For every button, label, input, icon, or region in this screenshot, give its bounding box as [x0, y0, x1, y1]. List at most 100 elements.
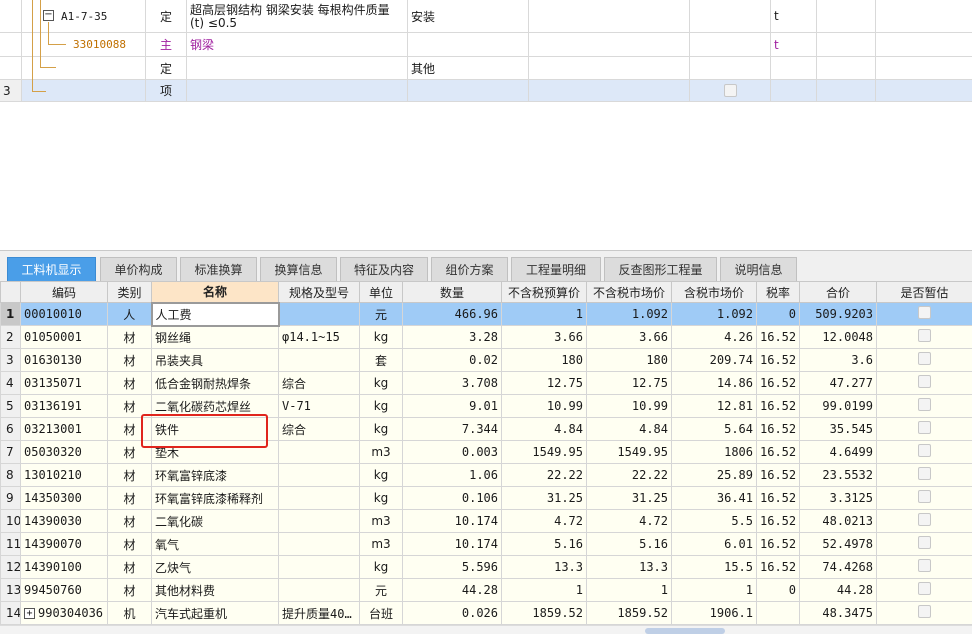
budget-price-cell[interactable]: 1: [501, 578, 587, 602]
taxed-price-cell[interactable]: 1.092: [671, 302, 757, 326]
market-price-cell[interactable]: 5.16: [586, 532, 672, 556]
code-cell[interactable]: 01630130: [20, 348, 108, 372]
tax-rate-cell[interactable]: 16.52: [756, 440, 800, 464]
tab-labor-material-machine[interactable]: 工料机显示: [7, 257, 96, 281]
provisional-checkbox[interactable]: [918, 605, 931, 618]
provisional-checkbox[interactable]: [918, 490, 931, 503]
col-header-tax-rate[interactable]: 税率: [756, 281, 800, 303]
empty-cell[interactable]: [529, 33, 690, 56]
taxed-price-cell[interactable]: 25.89: [671, 463, 757, 487]
name-cell[interactable]: [187, 80, 408, 101]
name-cell[interactable]: 其他材料费: [151, 578, 279, 602]
total-cell[interactable]: 48.3475: [799, 601, 877, 625]
spec-cell[interactable]: [278, 463, 360, 487]
unit-cell[interactable]: 台班: [359, 601, 403, 625]
provisional-checkbox[interactable]: [918, 582, 931, 595]
provisional-checkbox[interactable]: [918, 513, 931, 526]
table-row[interactable]: 7 05030320 材 垫木 m3 0.003 1549.95 1549.95 1806 16.…: [0, 440, 972, 464]
tax-rate-cell[interactable]: 16.52: [756, 394, 800, 418]
provisional-checkbox-cell[interactable]: [876, 348, 972, 372]
spec-cell[interactable]: V-71: [278, 394, 360, 418]
quantity-cell[interactable]: 9.01: [402, 394, 502, 418]
spec-cell[interactable]: [278, 348, 360, 372]
category-cell[interactable]: 材: [107, 325, 152, 349]
empty-cell[interactable]: [817, 0, 876, 32]
unit-cell[interactable]: m3: [359, 509, 403, 533]
total-cell[interactable]: 48.0213: [799, 509, 877, 533]
provisional-checkbox-cell[interactable]: [876, 440, 972, 464]
col-header-taxed-price[interactable]: 含税市场价: [671, 281, 757, 303]
empty-cell[interactable]: [529, 57, 690, 79]
provisional-checkbox-cell[interactable]: [876, 555, 972, 579]
provisional-checkbox-cell[interactable]: [876, 325, 972, 349]
provisional-checkbox-cell[interactable]: [876, 371, 972, 395]
budget-price-cell[interactable]: 4.84: [501, 417, 587, 441]
table-row[interactable]: 6 03213001 材 铁件 综合 kg 7.344 4.84 4.84 5.64 16.52 35…: [0, 417, 972, 441]
total-cell[interactable]: 4.6499: [799, 440, 877, 464]
empty-cell[interactable]: [529, 80, 690, 101]
total-cell[interactable]: 12.0048: [799, 325, 877, 349]
taxed-price-cell[interactable]: 36.41: [671, 486, 757, 510]
empty-cell[interactable]: [817, 33, 876, 56]
budget-price-cell[interactable]: 180: [501, 348, 587, 372]
spec-cell[interactable]: 提升质量40…: [278, 601, 360, 625]
quantity-cell[interactable]: 44.28: [402, 578, 502, 602]
table-row[interactable]: 4 03135071 材 低合金钢耐热焊条 综合 kg 3.708 12.75 12.75 14.…: [0, 371, 972, 395]
tax-rate-cell[interactable]: [756, 601, 800, 625]
provisional-checkbox-cell[interactable]: [876, 463, 972, 487]
spec-cell[interactable]: 其他: [408, 57, 529, 79]
table-row[interactable]: 5 03136191 材 二氧化碳药芯焊丝 V-71 kg 9.01 10.99 10.99 12…: [0, 394, 972, 418]
category-cell[interactable]: 材: [107, 440, 152, 464]
category-cell[interactable]: 机: [107, 601, 152, 625]
code-cell[interactable]: 14350300: [20, 486, 108, 510]
col-header-quantity[interactable]: 数量: [402, 281, 502, 303]
budget-price-cell[interactable]: 10.99: [501, 394, 587, 418]
quantity-cell[interactable]: 3.28: [402, 325, 502, 349]
provisional-checkbox[interactable]: [918, 536, 931, 549]
market-price-cell[interactable]: 4.72: [586, 509, 672, 533]
col-header-total[interactable]: 合价: [799, 281, 877, 303]
category-cell[interactable]: 人: [107, 302, 152, 326]
provisional-checkbox[interactable]: [918, 467, 931, 480]
name-cell[interactable]: 环氧富锌底漆: [151, 463, 279, 487]
provisional-checkbox[interactable]: [918, 421, 931, 434]
code-cell[interactable]: 01050001: [20, 325, 108, 349]
provisional-checkbox[interactable]: [918, 559, 931, 572]
spec-cell[interactable]: 安装: [408, 0, 529, 32]
name-cell[interactable]: 人工费: [150, 301, 280, 327]
total-cell[interactable]: 509.9203: [799, 302, 877, 326]
empty-cell[interactable]: [876, 80, 972, 101]
spec-cell[interactable]: [408, 80, 529, 101]
total-cell[interactable]: 35.545: [799, 417, 877, 441]
table-row[interactable]: 33010088 主 钢梁 t: [0, 33, 972, 57]
col-header-budget-price[interactable]: 不含税预算价: [501, 281, 587, 303]
code-cell[interactable]: 03136191: [20, 394, 108, 418]
total-cell[interactable]: 52.4978: [799, 532, 877, 556]
horizontal-scrollbar[interactable]: [0, 625, 972, 634]
code-cell[interactable]: 13010210: [20, 463, 108, 487]
unit-cell[interactable]: [771, 80, 817, 101]
provisional-checkbox[interactable]: [918, 352, 931, 365]
table-row[interactable]: 定 其他: [0, 57, 972, 80]
budget-price-cell[interactable]: 12.75: [501, 371, 587, 395]
name-cell[interactable]: 汽车式起重机: [151, 601, 279, 625]
category-cell[interactable]: 材: [107, 348, 152, 372]
total-cell[interactable]: 3.3125: [799, 486, 877, 510]
tax-rate-cell[interactable]: 16.52: [756, 486, 800, 510]
market-price-cell[interactable]: 1859.52: [586, 601, 672, 625]
tab-reverse-graphic[interactable]: 反查图形工程量: [604, 257, 717, 281]
spec-cell[interactable]: 综合: [278, 417, 360, 441]
code-cell[interactable]: 05030320: [20, 440, 108, 464]
table-row[interactable]: 9 14350300 材 环氧富锌底漆稀释剂 kg 0.106 31.25 31.25 36.4…: [0, 486, 972, 510]
unit-cell[interactable]: kg: [359, 417, 403, 441]
table-row[interactable]: 14 +990304036 机 汽车式起重机 提升质量40… 台班 0.026 1859.52…: [0, 601, 972, 625]
provisional-checkbox-cell[interactable]: [876, 578, 972, 602]
unit-cell[interactable]: t: [771, 0, 817, 32]
taxed-price-cell[interactable]: 1: [671, 578, 757, 602]
code-cell[interactable]: 14390070: [20, 532, 108, 556]
name-cell[interactable]: 钢丝绳: [151, 325, 279, 349]
budget-price-cell[interactable]: 1549.95: [501, 440, 587, 464]
category-cell[interactable]: 材: [107, 371, 152, 395]
taxed-price-cell[interactable]: 1806: [671, 440, 757, 464]
name-cell[interactable]: 二氧化碳: [151, 509, 279, 533]
